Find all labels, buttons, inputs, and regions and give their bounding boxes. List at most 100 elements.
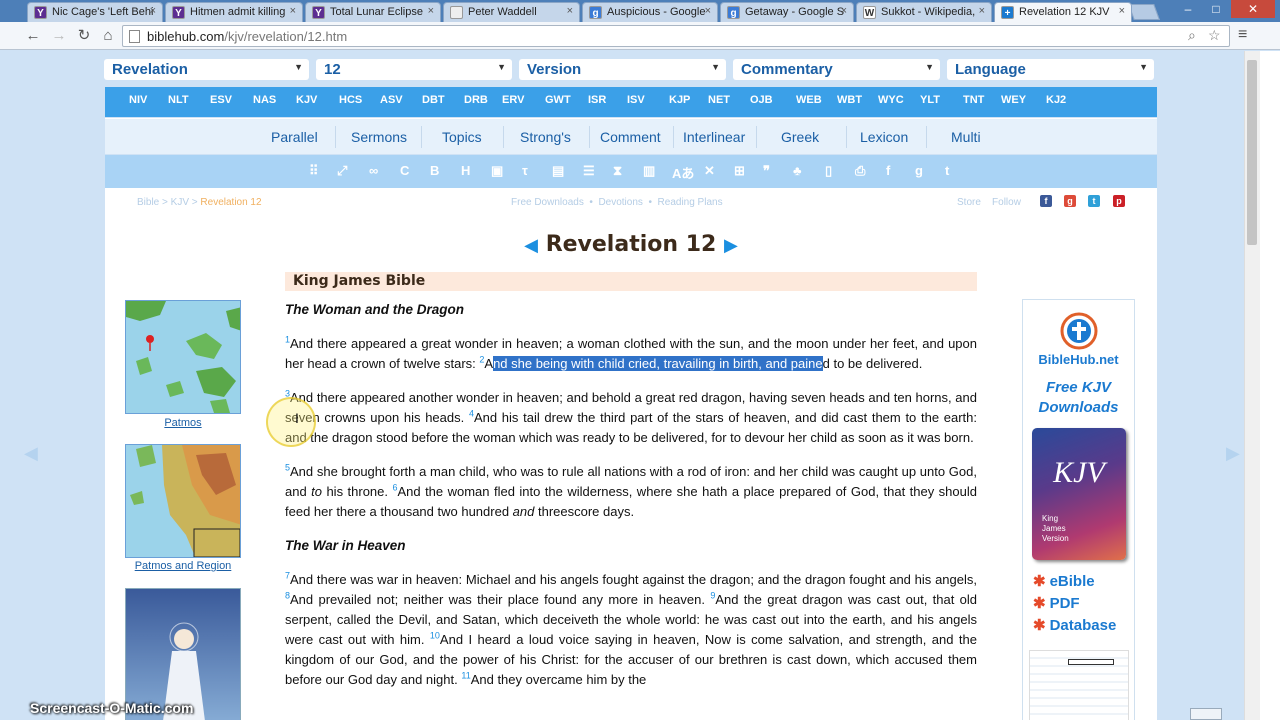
study-link-interlinear[interactable]: Interlinear: [683, 129, 745, 145]
close-window-icon[interactable]: ✕: [1231, 0, 1275, 18]
menu-icon[interactable]: ≡: [1238, 26, 1247, 44]
close-tab-icon[interactable]: ×: [1119, 5, 1125, 17]
close-tab-icon[interactable]: ×: [705, 5, 711, 17]
verse-number[interactable]: 11: [461, 671, 470, 681]
address-bar[interactable]: biblehub.com/kjv/revelation/12.htm ⌕ ☆: [122, 25, 1230, 47]
breadcrumb-bible[interactable]: Bible: [137, 197, 159, 208]
language-icon[interactable]: Aあ: [672, 163, 694, 182]
version-link-kjv[interactable]: KJV: [296, 94, 317, 106]
version-link-isr[interactable]: ISR: [588, 94, 606, 106]
ad-item-pdf[interactable]: ✱ PDF: [1033, 594, 1080, 612]
breadcrumb-kjv[interactable]: KJV: [171, 197, 189, 208]
b-icon[interactable]: B: [430, 163, 439, 178]
chapter-select[interactable]: 12 ▼: [316, 59, 512, 80]
version-link-erv[interactable]: ERV: [502, 94, 524, 106]
close-tab-icon[interactable]: ×: [979, 5, 985, 17]
scrollbar-thumb[interactable]: [1247, 60, 1257, 245]
study-link-parallel[interactable]: Parallel: [271, 129, 318, 145]
quote-icon[interactable]: ❞: [763, 163, 770, 179]
language-select[interactable]: Language ▼: [947, 59, 1154, 80]
next-chapter-icon[interactable]: ▶: [724, 235, 738, 256]
version-link-esv[interactable]: ESV: [210, 94, 232, 106]
browser-tab[interactable]: + Revelation 12 KJV ×: [994, 2, 1132, 22]
twitter-icon[interactable]: t: [945, 163, 949, 178]
close-tab-icon[interactable]: ×: [567, 5, 573, 17]
close-tab-icon[interactable]: ×: [841, 5, 847, 17]
book-select[interactable]: Revelation ▼: [104, 59, 309, 80]
study-link-strongs[interactable]: Strong's: [520, 129, 571, 145]
version-link-hcs[interactable]: HCS: [339, 94, 362, 106]
c-icon[interactable]: C: [400, 163, 409, 178]
tools-icon[interactable]: ✕: [704, 163, 715, 179]
ad-item-database[interactable]: ✱ Database: [1033, 616, 1116, 634]
close-tab-icon[interactable]: ×: [290, 5, 296, 17]
previous-chapter-icon[interactable]: ◀: [524, 235, 538, 256]
version-link-ylt[interactable]: YLT: [920, 94, 940, 106]
home-icon[interactable]: ⌂: [97, 25, 119, 47]
plan-icon[interactable]: ⊞: [734, 163, 745, 179]
version-link-kjp[interactable]: KJP: [669, 94, 690, 106]
close-tab-icon[interactable]: ×: [428, 5, 434, 17]
twitter-icon[interactable]: t: [1088, 195, 1100, 207]
right-scroll-arrow-icon[interactable]: ▶: [1226, 443, 1240, 464]
browser-tab[interactable]: W Sukkot - Wikipedia, ×: [856, 2, 992, 22]
version-link-wyc[interactable]: WYC: [878, 94, 904, 106]
study-link-sermons[interactable]: Sermons: [351, 129, 407, 145]
version-link-gwt[interactable]: GWT: [545, 94, 571, 106]
browser-tab[interactable]: Y Total Lunar Eclipse ×: [305, 2, 441, 22]
text-icon[interactable]: ▤: [552, 163, 564, 179]
maximize-icon[interactable]: □: [1203, 0, 1229, 18]
tau-icon[interactable]: τ: [522, 163, 528, 178]
map-label-patmos-region[interactable]: Patmos and Region: [125, 560, 241, 572]
commentary-select[interactable]: Commentary ▼: [733, 59, 940, 80]
forward-icon[interactable]: →: [48, 25, 70, 47]
version-link-dbt[interactable]: DBT: [422, 94, 445, 106]
browser-tab[interactable]: g Getaway - Google S ×: [720, 2, 854, 22]
facebook-icon[interactable]: f: [886, 163, 890, 178]
image-icon[interactable]: ▣: [491, 163, 503, 179]
ad-item-ebible[interactable]: ✱ eBible: [1033, 572, 1095, 590]
browser-tab[interactable]: Peter Waddell ×: [443, 2, 580, 22]
version-link-ojb[interactable]: OJB: [750, 94, 773, 106]
pinterest-icon[interactable]: p: [1113, 195, 1125, 207]
print-icon[interactable]: ⎙: [855, 163, 865, 179]
zoom-icon[interactable]: ⌕: [1188, 27, 1196, 44]
study-link-lexicon[interactable]: Lexicon: [860, 129, 908, 145]
chart-icon[interactable]: ▥: [643, 163, 655, 179]
version-link-web[interactable]: WEB: [796, 94, 822, 106]
google-plus-icon[interactable]: g: [1064, 195, 1076, 207]
version-link-asv[interactable]: ASV: [380, 94, 403, 106]
back-icon[interactable]: ←: [22, 25, 44, 47]
version-select[interactable]: Version ▼: [519, 59, 726, 80]
study-link-topics[interactable]: Topics: [442, 129, 482, 145]
version-link-wbt[interactable]: WBT: [837, 94, 862, 106]
version-link-niv[interactable]: NIV: [129, 94, 147, 106]
hourglass-icon[interactable]: ⧗: [613, 163, 622, 179]
reload-icon[interactable]: ↻: [73, 25, 95, 47]
store-link[interactable]: Store: [957, 197, 981, 208]
version-link-net[interactable]: NET: [708, 94, 730, 106]
bookmark-star-icon[interactable]: ☆: [1208, 27, 1221, 44]
mobile-icon[interactable]: ▯: [825, 163, 832, 179]
browser-tab[interactable]: Y Hitmen admit killing ×: [165, 2, 303, 22]
link-icon[interactable]: ∞: [369, 163, 378, 178]
browser-tab[interactable]: g Auspicious - Google ×: [582, 2, 718, 22]
grid-icon[interactable]: ⠿: [309, 163, 319, 179]
close-tab-icon[interactable]: ×: [150, 5, 156, 17]
h-icon[interactable]: H: [461, 163, 470, 178]
map-label-patmos[interactable]: Patmos: [125, 417, 241, 429]
version-link-drb[interactable]: DRB: [464, 94, 488, 106]
minimize-icon[interactable]: –: [1175, 0, 1201, 18]
left-scroll-arrow-icon[interactable]: ◀: [24, 443, 38, 464]
expand-icon[interactable]: ⤢: [337, 163, 347, 179]
version-link-nlt[interactable]: NLT: [168, 94, 189, 106]
browser-tab[interactable]: Y Nic Cage's 'Left Behi ×: [27, 2, 163, 22]
people-icon[interactable]: ♣: [793, 163, 802, 178]
verse-number[interactable]: 10: [430, 631, 440, 641]
reading-plans-link[interactable]: Reading Plans: [658, 197, 723, 208]
version-link-tnt[interactable]: TNT: [963, 94, 984, 106]
google-plus-icon[interactable]: g: [915, 163, 923, 178]
version-link-kj2[interactable]: KJ2: [1046, 94, 1066, 106]
study-link-comment[interactable]: Comment: [600, 129, 661, 145]
study-link-greek[interactable]: Greek: [781, 129, 819, 145]
